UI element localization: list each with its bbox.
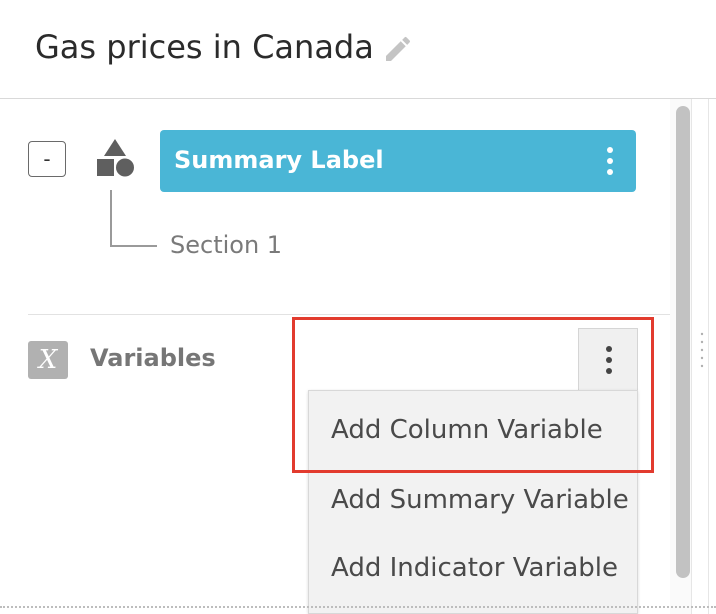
pencil-icon[interactable] (382, 33, 414, 65)
variable-icon: X (28, 341, 68, 379)
variables-dropdown-menu: Add Column Variable Add Summary Variable… (308, 390, 638, 614)
section-label[interactable]: Section 1 (170, 231, 282, 259)
summary-label-node[interactable]: Summary Label (160, 130, 636, 192)
tree-connector-vertical (110, 190, 112, 246)
panel-border (708, 99, 709, 614)
resize-handle-icon[interactable] (700, 330, 704, 370)
bottom-border (0, 606, 716, 608)
menu-item-add-column-variable[interactable]: Add Column Variable (331, 415, 603, 445)
variables-label: Variables (90, 344, 216, 372)
header: Gas prices in Canada (0, 0, 716, 99)
shapes-icon (97, 139, 134, 177)
divider (28, 314, 670, 315)
kebab-icon (606, 346, 612, 374)
tree-connector-horizontal (110, 245, 157, 247)
collapse-button[interactable]: - (28, 141, 66, 177)
summary-label-text: Summary Label (174, 146, 384, 174)
scrollbar-thumb[interactable] (676, 106, 690, 578)
variables-menu-button[interactable] (578, 328, 638, 390)
page-title: Gas prices in Canada (35, 28, 374, 66)
menu-item-add-indicator-variable[interactable]: Add Indicator Variable (331, 553, 618, 583)
menu-item-add-summary-variable[interactable]: Add Summary Variable (331, 485, 629, 515)
kebab-icon[interactable] (604, 145, 616, 177)
right-panel-edge (694, 99, 716, 614)
